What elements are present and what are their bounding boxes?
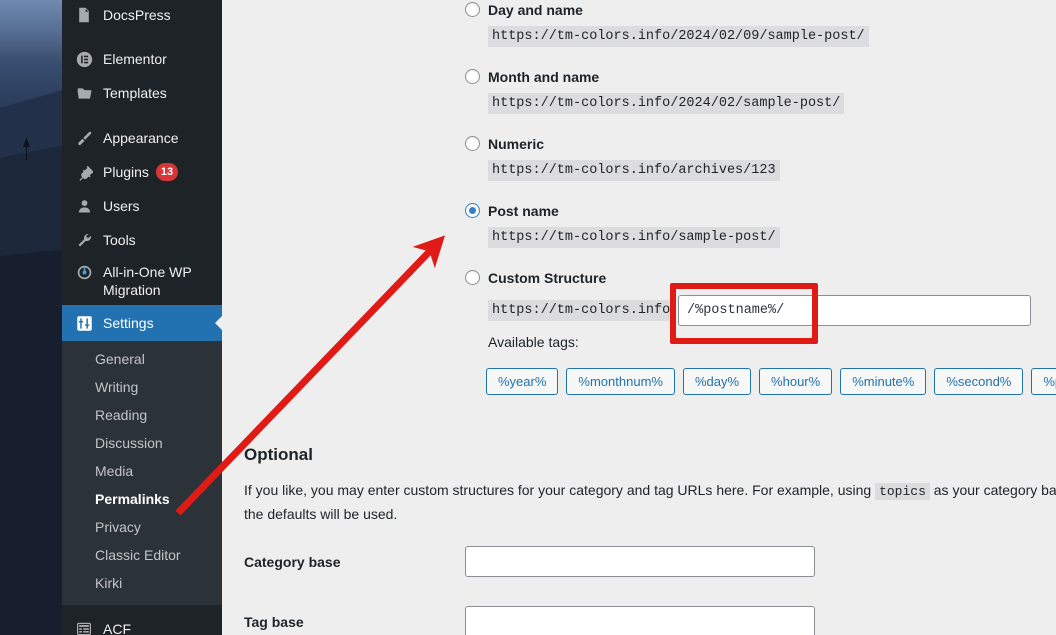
url-preview-month-and-name: https://tm-colors.info/2024/02/sample-po… — [488, 93, 845, 114]
category-base-label: Category base — [244, 554, 341, 570]
optional-section-title: Optional — [244, 445, 313, 464]
acf-grid-icon — [74, 621, 94, 635]
url-preview-post-name: https://tm-colors.info/sample-post/ — [488, 227, 780, 248]
wallpaper-ridge — [0, 241, 62, 635]
sidebar-item-label: Templates — [103, 85, 167, 101]
document-icon — [74, 7, 94, 23]
wallpaper-tree — [26, 138, 27, 160]
url-preview-numeric: https://tm-colors.info/archives/123 — [488, 160, 780, 181]
submenu-item-general[interactable]: General — [62, 345, 222, 373]
sidebar-item-plugins[interactable]: Plugins 13 — [62, 155, 222, 189]
menu-separator — [62, 605, 222, 613]
plug-icon — [74, 164, 94, 181]
category-base-input[interactable] — [465, 546, 815, 577]
tag-button-hour[interactable]: %hour% — [759, 368, 833, 395]
settings-sliders-icon — [74, 315, 94, 332]
folder-icon — [74, 85, 94, 102]
submenu-item-media[interactable]: Media — [62, 457, 222, 485]
radio-custom-structure[interactable] — [465, 270, 480, 285]
paintbrush-icon — [74, 130, 94, 147]
optional-desc-part2: as your category base — [933, 482, 1056, 498]
sidebar-item-label: DocsPress — [103, 7, 171, 23]
sidebar-item-tools[interactable]: Tools — [62, 223, 222, 257]
radio-label-month-and-name: Month and name — [488, 69, 600, 85]
radio-label-post-name: Post name — [488, 203, 559, 219]
wallpaper-sky — [0, 0, 62, 60]
optional-section-description: If you like, you may enter custom struct… — [244, 479, 1056, 525]
sidebar-item-all-in-one-wp-migration[interactable]: All-in-One WP Migration — [62, 257, 222, 305]
sidebar-item-templates[interactable]: Templates — [62, 76, 222, 110]
submenu-item-reading[interactable]: Reading — [62, 401, 222, 429]
tag-button-monthnum[interactable]: %monthnum% — [566, 368, 675, 395]
custom-structure-input[interactable] — [678, 295, 1031, 326]
optional-desc-part1: If you like, you may enter custom struct… — [244, 482, 876, 498]
radio-label-day-and-name: Day and name — [488, 2, 583, 18]
permalink-settings-content: Day and name https://tm-colors.info/2024… — [222, 0, 1056, 635]
sidebar-item-appearance[interactable]: Appearance — [62, 121, 222, 155]
elementor-icon — [74, 51, 94, 68]
sidebar-item-label: ACF — [103, 621, 131, 635]
submenu-item-permalinks[interactable]: Permalinks — [62, 485, 222, 513]
submenu-item-discussion[interactable]: Discussion — [62, 429, 222, 457]
tag-button-minute[interactable]: %minute% — [840, 368, 927, 395]
tag-base-label: Tag base — [244, 614, 304, 630]
available-tags-label: Available tags: — [488, 334, 579, 350]
radio-post-name[interactable] — [465, 203, 480, 218]
url-preview-day-and-name: https://tm-colors.info/2024/02/09/sample… — [488, 26, 869, 47]
sidebar-item-label: All-in-One WP Migration — [103, 264, 192, 298]
radio-label-numeric: Numeric — [488, 136, 545, 152]
user-icon — [74, 198, 94, 215]
submenu-item-writing[interactable]: Writing — [62, 373, 222, 401]
submenu-item-privacy[interactable]: Privacy — [62, 513, 222, 541]
available-tags-row: %year% %monthnum% %day% %hour% %minute% … — [486, 368, 1056, 395]
desktop-wallpaper — [0, 0, 62, 635]
tag-base-input[interactable] — [465, 606, 815, 635]
radio-numeric[interactable] — [465, 136, 480, 151]
sidebar-item-label: Plugins — [103, 164, 149, 180]
sidebar-item-label: Elementor — [103, 51, 167, 67]
submenu-item-classic-editor[interactable]: Classic Editor — [62, 541, 222, 569]
tag-button-second[interactable]: %second% — [934, 368, 1024, 395]
wrench-icon — [74, 232, 94, 249]
optional-desc-line2: the defaults will be used. — [244, 506, 398, 522]
sidebar-item-acf[interactable]: ACF — [62, 613, 222, 635]
status-badge: 13 — [155, 163, 179, 181]
tag-button-postname[interactable]: %postname% — [1031, 368, 1056, 395]
url-prefix-custom-structure: https://tm-colors.info — [488, 300, 675, 321]
sidebar-item-docspress[interactable]: DocsPress — [62, 0, 222, 32]
sidebar-item-label: Users — [103, 198, 140, 214]
radio-day-and-name[interactable] — [465, 2, 480, 17]
submenu-item-kirki[interactable]: Kirki — [62, 569, 222, 597]
tag-button-day[interactable]: %day% — [682, 368, 752, 395]
screen: DocsPress Elementor Templates Appearance — [0, 0, 1056, 635]
admin-sidebar: DocsPress Elementor Templates Appearance — [62, 0, 223, 635]
settings-submenu: General Writing Reading Discussion Media… — [62, 341, 222, 605]
optional-desc-code: topics — [875, 483, 930, 500]
sidebar-item-users[interactable]: Users — [62, 189, 222, 223]
sidebar-item-label: Settings — [103, 315, 154, 331]
sidebar-item-elementor[interactable]: Elementor — [62, 42, 222, 76]
migration-icon — [74, 264, 94, 281]
sidebar-item-label: Tools — [103, 232, 136, 248]
sidebar-item-settings[interactable]: Settings — [62, 305, 223, 341]
radio-label-custom-structure: Custom Structure — [488, 270, 607, 286]
sidebar-item-label: Appearance — [103, 130, 179, 146]
tag-button-year[interactable]: %year% — [486, 368, 559, 395]
radio-month-and-name[interactable] — [465, 69, 480, 84]
